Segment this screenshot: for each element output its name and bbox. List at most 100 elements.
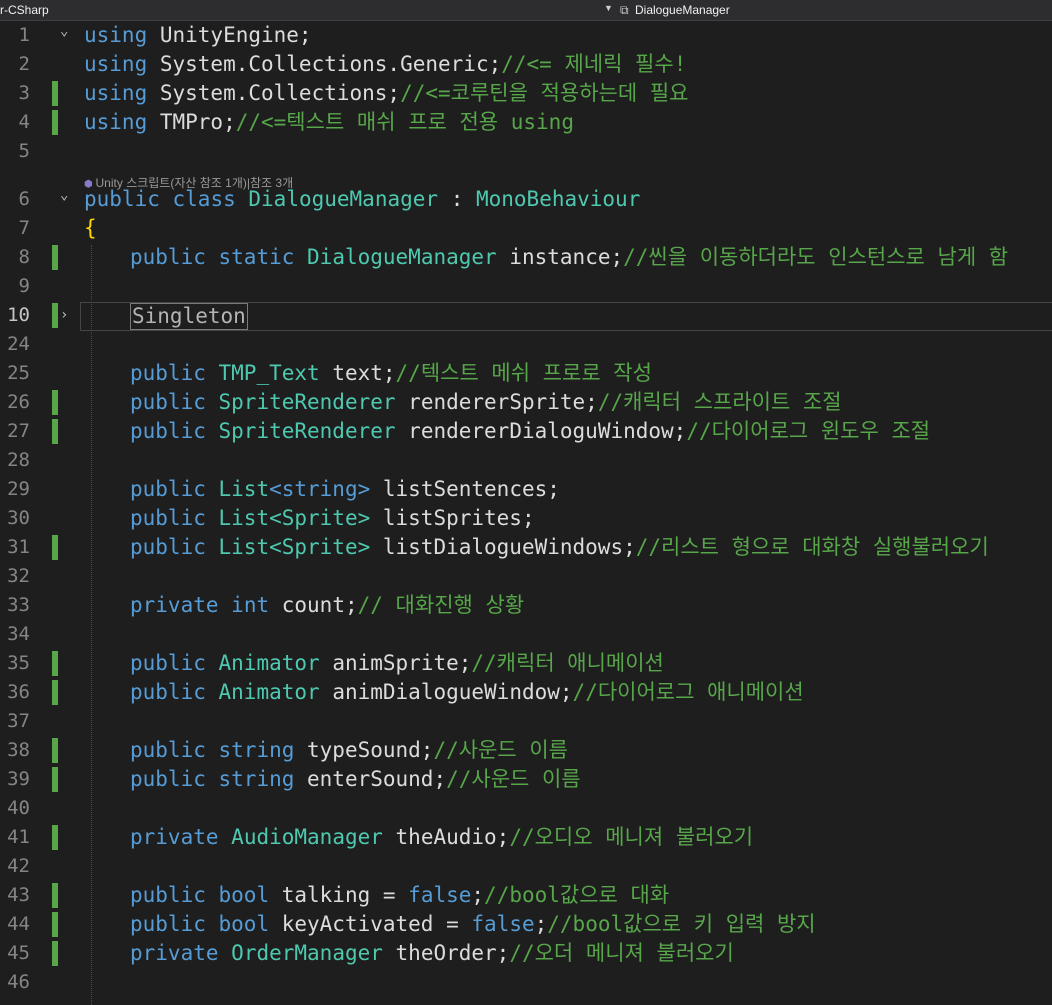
code-line[interactable]: 38 public string typeSound;//사운드 이름 [0,736,1052,765]
code-line[interactable]: 30 public List<Sprite> listSprites; [0,504,1052,533]
code-line[interactable]: 41 private AudioManager theAudio;//오디오 메니… [0,823,1052,852]
type-name: SpriteRenderer [218,419,396,443]
code-line[interactable]: 3 using System.Collections;//<=코루틴을 적용하는데… [0,79,1052,108]
code-line[interactable]: 2 using System.Collections.Generic;//<= 제… [0,50,1052,79]
code-content[interactable]: public List<string> listSentences; [130,475,560,504]
line-number: 46 [7,971,30,993]
fold-chevron-right-icon[interactable]: › [60,301,68,330]
code-line[interactable]: 9 [0,272,1052,301]
code-content[interactable]: public TMP_Text text;//텍스트 메쉬 프로로 작성 [130,359,652,388]
keyword: private [130,941,219,965]
line-number: 7 [18,217,30,239]
code-content[interactable]: public bool keyActivated = false;//bool값… [130,910,816,939]
code-line[interactable]: 28 [0,446,1052,475]
code-content[interactable]: public static DialogueManager instance;/… [130,243,1008,272]
code-content[interactable]: using System.Collections;//<=코루틴을 적용하는데 … [84,79,688,108]
code-text: count; [269,593,358,617]
code-content[interactable]: public Animator animDialogueWindow;//다이어… [130,678,804,707]
navigation-bar: r-CSharp ▼ ⧉ DialogueManager [0,0,1052,21]
code-text: listSprites; [370,506,535,530]
code-line[interactable]: 42 [0,852,1052,881]
code-line[interactable]: 43 public bool talking = false;//bool값으로 … [0,881,1052,910]
comment: //bool값으로 대화 [484,883,670,907]
code-line[interactable]: 33 private int count;// 대화진행 상황 [0,591,1052,620]
code-content[interactable]: { [84,214,97,243]
member-dropdown[interactable]: DialogueManager [635,3,730,17]
code-content[interactable]: using UnityEngine; [84,21,312,50]
code-line[interactable]: 37 [0,707,1052,736]
keyword: false [408,883,472,907]
keyword: public [130,477,206,501]
code-content[interactable]: private int count;// 대화진행 상황 [130,591,524,620]
code-line[interactable]: 44 public bool keyActivated = false;//boo… [0,910,1052,939]
line-number: 39 [7,768,30,790]
fold-chevron-down-icon[interactable]: ⌄ [60,181,68,210]
code-content[interactable]: public SpriteRenderer rendererSprite;//캐… [130,388,842,417]
code-line[interactable]: 32 [0,562,1052,591]
code-content[interactable]: public List<Sprite> listDialogueWindows;… [130,533,989,562]
code-line[interactable]: 24 [0,330,1052,359]
change-marker [52,419,58,444]
line-number: 41 [7,826,30,848]
code-line[interactable]: 45 private OrderManager theOrder;//오더 메니져… [0,939,1052,968]
change-marker [52,767,58,792]
project-dropdown[interactable]: r-CSharp [0,3,49,17]
collapsed-region[interactable]: Singleton [130,303,248,330]
code-content[interactable]: public string typeSound;//사운드 이름 [130,736,568,765]
line-number: 44 [7,913,30,935]
change-marker [52,651,58,676]
code-content[interactable]: private AudioManager theAudio;//오디오 메니져 … [130,823,753,852]
code-line[interactable]: 4 using TMPro;//<=텍스트 매쉬 프로 전용 using [0,108,1052,137]
code-content[interactable]: public List<Sprite> listSprites; [130,504,535,533]
change-marker [52,912,58,937]
code-line[interactable]: 34 [0,620,1052,649]
code-line[interactable]: 29 public List<string> listSentences; [0,475,1052,504]
code-line[interactable]: 5 [0,137,1052,166]
code-line[interactable]: 1 ⌄ using UnityEngine; [0,21,1052,50]
type-name: Animator [218,680,320,704]
line-number: 33 [7,594,30,616]
code-content[interactable]: using System.Collections.Generic;//<= 제네… [84,50,686,79]
type-name: OrderManager [231,941,383,965]
code-line[interactable]: 40 [0,794,1052,823]
code-line[interactable]: 7{ [0,214,1052,243]
code-line[interactable]: 10 › Singleton [0,301,1052,331]
line-number: 24 [7,333,30,355]
code-editor[interactable]: 1 ⌄ using UnityEngine; 2 using System.Collec… [0,21,1052,1005]
code-line[interactable]: 46 [0,968,1052,997]
code-line[interactable]: 6 ⌄ ⬢ Unity 스크립트(자산 참조 1개)|참조 3개 public cla… [0,166,1052,214]
code-line[interactable]: 31 public List<Sprite> listDialogueWindow… [0,533,1052,562]
code-content[interactable]: public bool talking = false;//bool값으로 대화 [130,881,669,910]
dropdown-arrow-icon[interactable]: ▼ [604,3,613,13]
code-line[interactable]: 27 public SpriteRenderer rendererDialoguW… [0,417,1052,446]
line-number: 3 [18,82,30,104]
comment: //<= 제네릭 필수! [501,52,687,76]
code-content[interactable]: public Animator animSprite;//캐릭터 애니메이션 [130,649,664,678]
change-marker [52,941,58,966]
keyword: public [130,419,206,443]
code-content[interactable]: private OrderManager theOrder;//오더 메니져 불… [130,939,734,968]
code-content[interactable]: public SpriteRenderer rendererDialoguWin… [130,417,930,446]
code-line[interactable]: 39 public string enterSound;//사운드 이름 [0,765,1052,794]
code-line[interactable]: 26 public SpriteRenderer rendererSprite;/… [0,388,1052,417]
code-line[interactable]: 8 public static DialogueManager instance;… [0,243,1052,272]
code-content[interactable]: public class DialogueManager : MonoBehav… [84,185,640,214]
code-line[interactable]: 25 public TMP_Text text;//텍스트 메쉬 프로로 작성 [0,359,1052,388]
code-content[interactable]: using TMPro;//<=텍스트 매쉬 프로 전용 using [84,108,574,137]
comment: //리스트 형으로 대화창 실행불러오기 [635,535,989,559]
keyword: private [130,825,219,849]
type-name: List<Sprite> [218,506,371,530]
code-line[interactable]: 35 public Animator animSprite;//캐릭터 애니메이션 [0,649,1052,678]
code-line[interactable]: 36 public Animator animDialogueWindow;//다… [0,678,1052,707]
fold-chevron-down-icon[interactable]: ⌄ [60,17,68,46]
code-content[interactable]: public string enterSound;//사운드 이름 [130,765,581,794]
line-number: 2 [18,53,30,75]
brace: { [84,216,97,240]
change-marker [52,738,58,763]
